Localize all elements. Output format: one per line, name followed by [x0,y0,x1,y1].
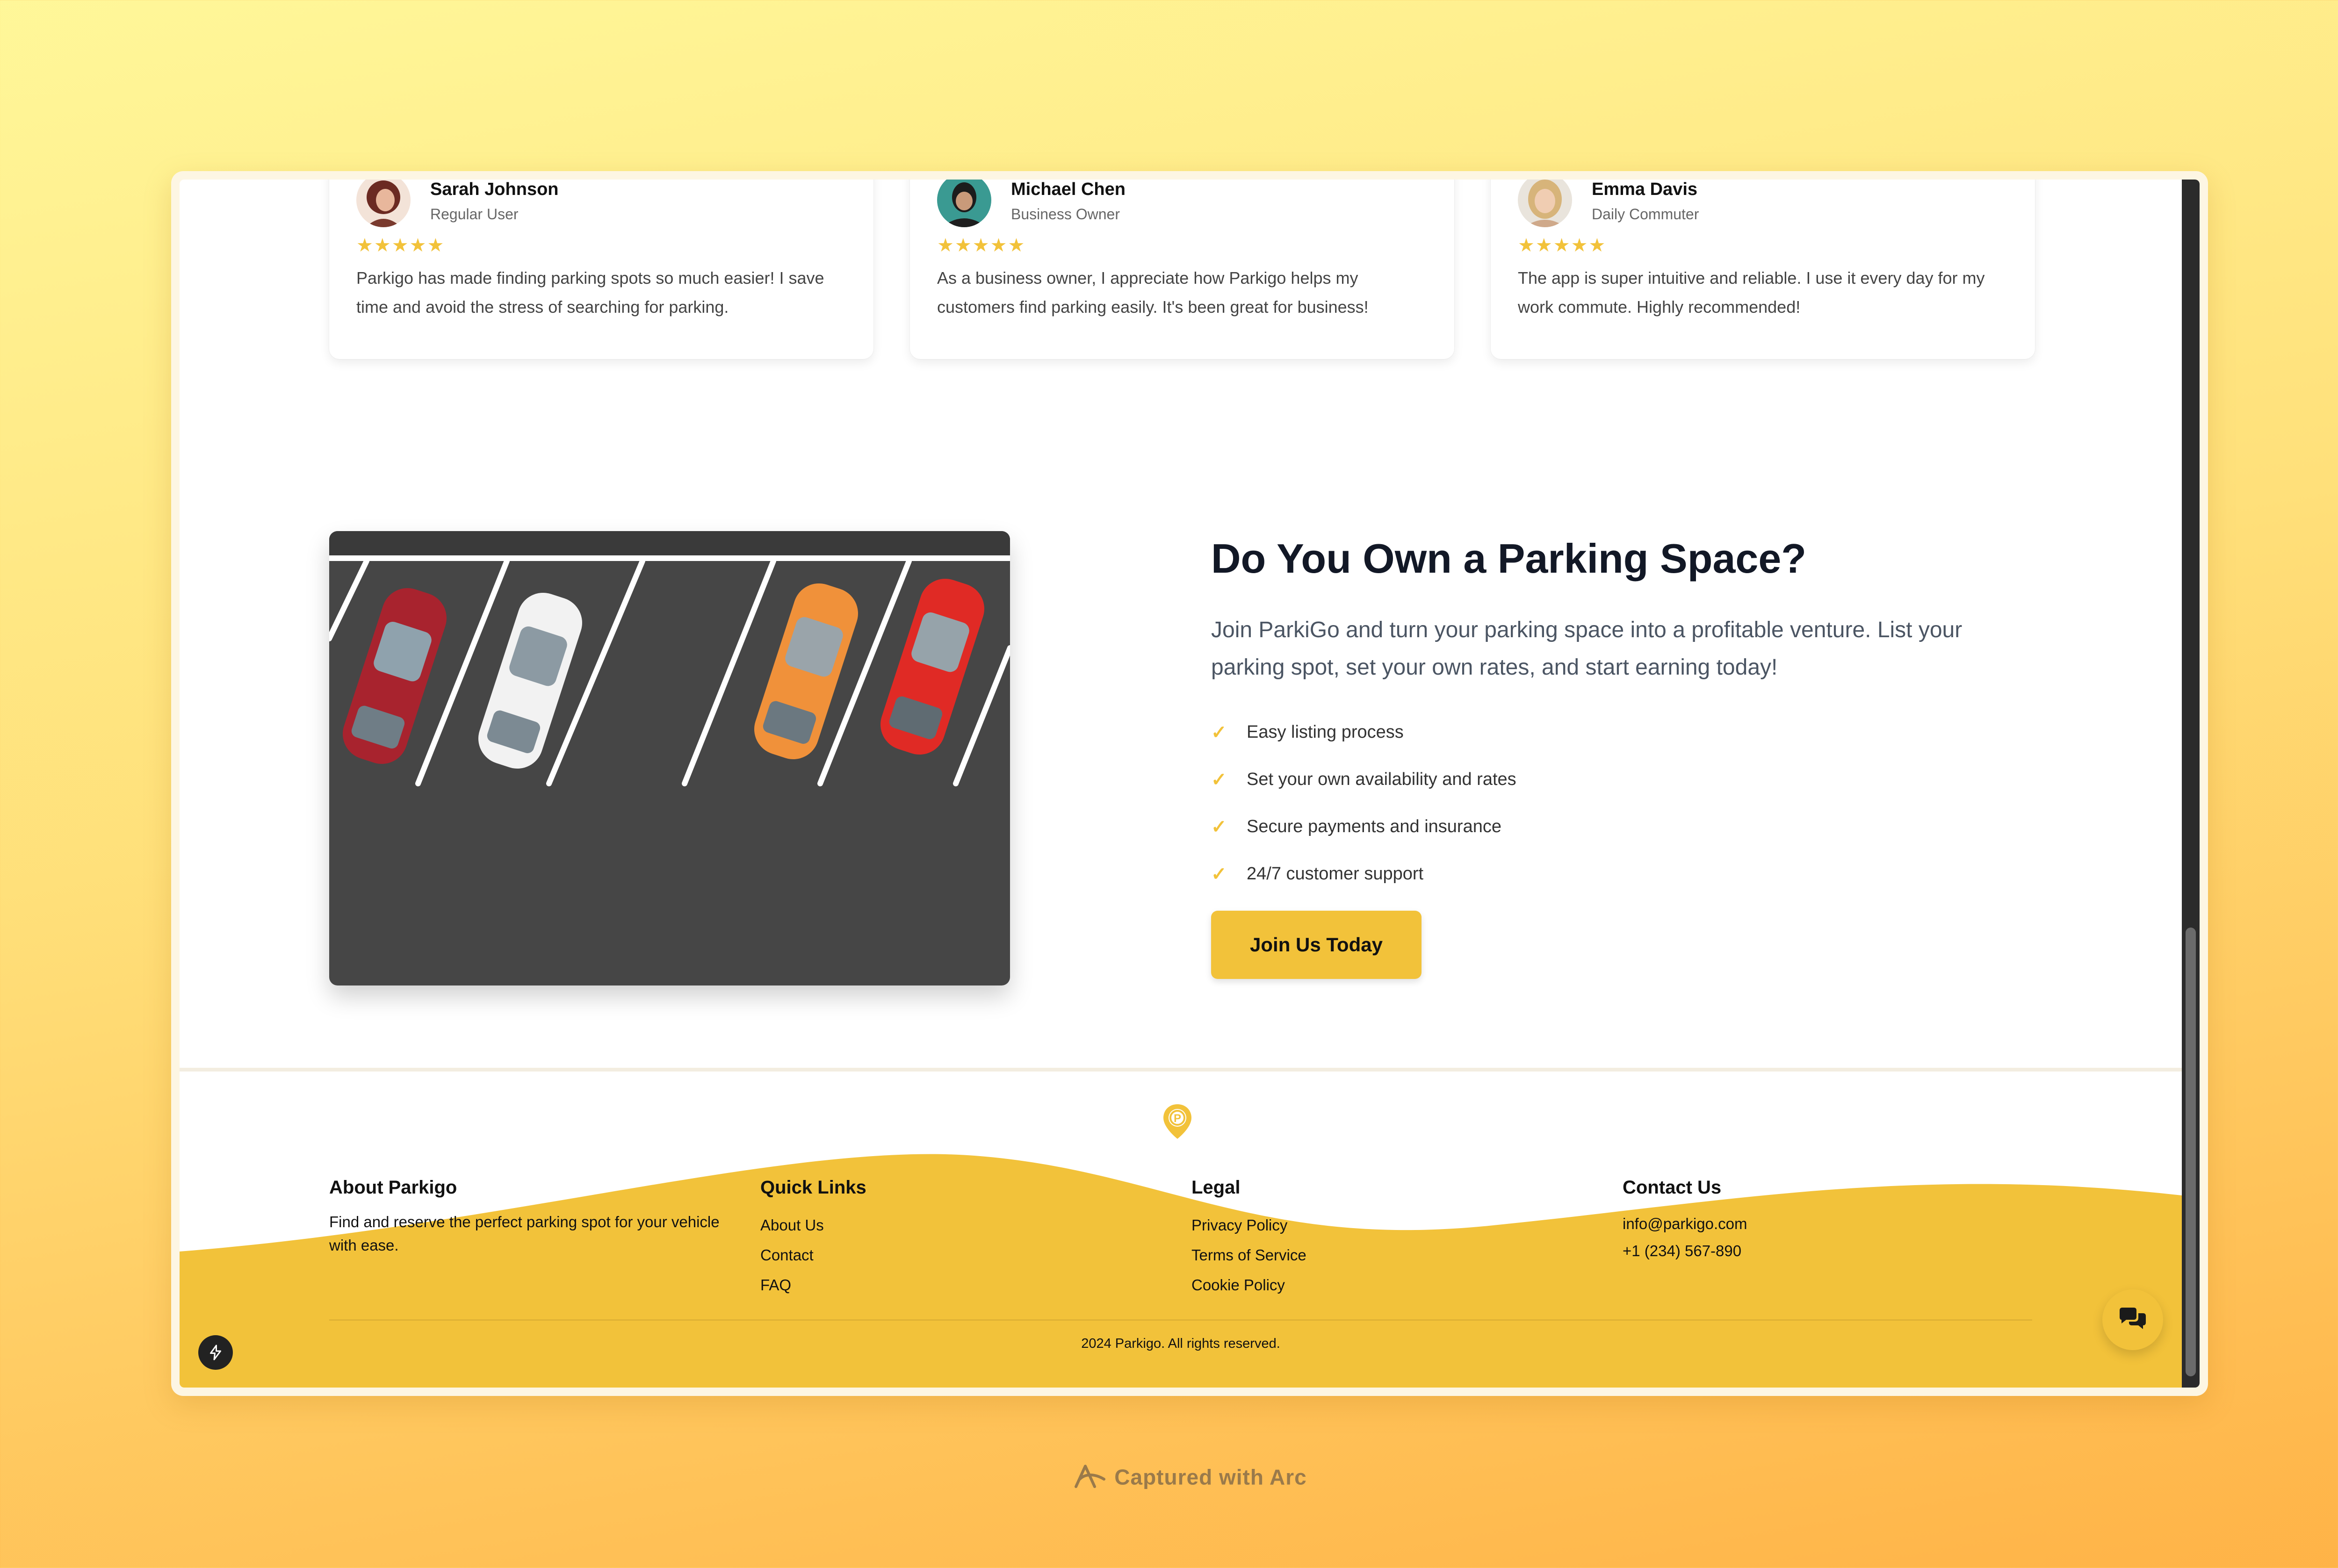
feature-label: 24/7 customer support [1247,864,1424,884]
page-viewport: Sarah Johnson Regular User ★★★★★ Parkigo… [180,180,2200,1388]
chat-bubbles-icon [2120,1308,2146,1329]
footer-link-about[interactable]: About Us [760,1210,866,1240]
feature-item: ✓ Set your own availability and rates [1211,756,1516,803]
contact-email[interactable]: info@parkigo.com [1623,1210,1747,1237]
browser-window: Sarah Johnson Regular User ★★★★★ Parkigo… [171,171,2208,1396]
footer-heading: Contact Us [1623,1177,1722,1198]
join-us-button[interactable]: Join Us Today [1211,911,1422,979]
footer: P About Parkigo Find and reserve the per… [180,1068,2182,1388]
feature-label: Secure payments and insurance [1247,817,1501,836]
footer-legal: Legal Privacy Policy Terms of Service Co… [1191,1177,1306,1300]
footer-heading: Legal [1191,1177,1241,1198]
feature-item: ✓ 24/7 customer support [1211,850,1516,898]
section-title: Do You Own a Parking Space? [1211,535,1807,582]
footer-link-privacy[interactable]: Privacy Policy [1191,1210,1306,1240]
section-description: Join ParkiGo and turn your parking space… [1211,618,1963,680]
check-icon: ✓ [1211,722,1227,743]
scrollbar[interactable] [2182,180,2200,1388]
copyright: 2024 Parkigo. All rights reserved. [1081,1336,1280,1351]
svg-text:P: P [1174,1112,1181,1125]
check-icon: ✓ [1211,816,1227,837]
feature-item: ✓ Secure payments and insurance [1211,803,1516,850]
feature-list: ✓ Easy listing process ✓ Set your own av… [1211,709,1516,898]
feature-label: Set your own availability and rates [1247,770,1516,789]
footer-link-cookies[interactable]: Cookie Policy [1191,1270,1306,1300]
footer-link-faq[interactable]: FAQ [760,1270,866,1300]
footer-heading: Quick Links [760,1177,866,1198]
footer-contact: Contact Us info@parkigo.com +1 (234) 567… [1623,1177,1747,1265]
check-icon: ✓ [1211,769,1227,790]
footer-divider [329,1319,2032,1321]
footer-about: About Parkigo Find and reserve the perfe… [329,1177,731,1257]
footer-about-text: Find and reserve the perfect parking spo… [329,1213,720,1254]
check-icon: ✓ [1211,863,1227,885]
footer-link-terms[interactable]: Terms of Service [1191,1240,1306,1270]
footer-link-contact[interactable]: Contact [760,1240,866,1270]
contact-phone[interactable]: +1 (234) 567-890 [1623,1237,1747,1265]
scrollbar-thumb[interactable] [2186,928,2196,1376]
chat-button[interactable] [2102,1289,2163,1350]
parking-pin-icon: P [1163,1104,1191,1139]
caption-text: Captured with Arc [1114,1465,1307,1489]
footer-heading: About Parkigo [329,1177,457,1198]
feature-label: Easy listing process [1247,722,1404,742]
capture-caption: Captured with Arc [0,1462,2338,1496]
arc-logo-icon [1072,1462,1108,1496]
parking-owner-section: Do You Own a Parking Space? Join ParkiGo… [180,180,2182,1068]
parking-lot-image [329,531,1010,985]
feature-item: ✓ Easy listing process [1211,709,1516,756]
bolt-icon[interactable] [198,1335,233,1370]
footer-quick-links: Quick Links About Us Contact FAQ [760,1177,866,1300]
